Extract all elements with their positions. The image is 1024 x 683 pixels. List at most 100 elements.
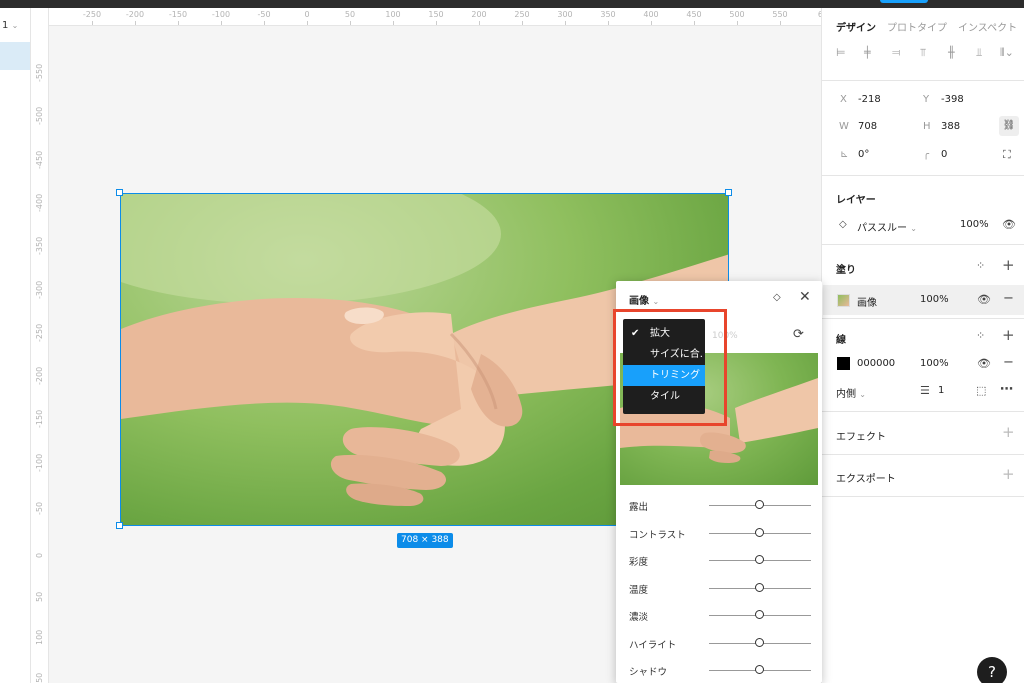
align-left-icon[interactable]: ⊨: [836, 46, 846, 59]
resize-handle-bottom-left[interactable]: [116, 522, 123, 529]
individual-strokes-icon[interactable]: ⬚: [976, 385, 986, 396]
adjustment-slider-knob[interactable]: [755, 582, 764, 592]
align-middle-v-icon[interactable]: ╫: [948, 46, 955, 59]
chevron-down-icon: ⌄: [859, 390, 866, 399]
ruler-tick: [178, 21, 179, 25]
stroke-color-swatch[interactable]: [837, 357, 850, 370]
w-field[interactable]: 708: [858, 121, 877, 132]
adjustment-slider-knob[interactable]: [755, 610, 764, 619]
x-field[interactable]: -218: [858, 94, 881, 105]
corner-radius-field[interactable]: 0: [941, 149, 947, 160]
constrain-proportions-icon[interactable]: ⛓: [999, 116, 1019, 136]
w-label: W: [839, 121, 849, 132]
divider: [822, 496, 1024, 497]
resize-handle-top-left[interactable]: [116, 189, 123, 196]
drop-icon[interactable]: ◇: [773, 293, 781, 303]
adjustment-slider-knob[interactable]: [755, 500, 764, 509]
stroke-hex-field[interactable]: 000000: [857, 358, 895, 369]
stroke-opacity-field[interactable]: 100%: [920, 358, 949, 369]
ruler-label: 300: [557, 10, 573, 19]
eye-icon[interactable]: 👁: [977, 358, 991, 369]
ruler-label: 150: [35, 672, 44, 683]
ruler-label: -50: [35, 501, 44, 515]
divider: [822, 411, 1024, 412]
remove-fill-button[interactable]: −: [1003, 292, 1014, 305]
ruler-label: -400: [35, 193, 44, 212]
divider: [822, 318, 1024, 319]
y-field[interactable]: -398: [941, 94, 964, 105]
adjustment-slider-knob[interactable]: [755, 555, 764, 564]
image-fill-swatch[interactable]: [837, 294, 850, 307]
adjustment-row: 彩度: [629, 553, 814, 569]
styles-grid-icon[interactable]: ⁘: [976, 330, 985, 341]
eye-icon[interactable]: 👁: [1002, 219, 1016, 230]
tab-design[interactable]: デザイン: [836, 19, 876, 34]
adjustment-slider-knob[interactable]: [755, 527, 764, 537]
ruler-label: -50: [257, 10, 271, 19]
fill-opacity-field[interactable]: 100%: [920, 294, 949, 305]
eye-icon[interactable]: 👁: [977, 294, 991, 305]
add-fill-button[interactable]: +: [1002, 258, 1015, 273]
ruler-tick: [436, 21, 437, 25]
stroke-position-select[interactable]: 内側 ⌄: [836, 385, 866, 400]
align-center-h-icon[interactable]: ╪: [864, 46, 871, 59]
align-top-icon[interactable]: ⫪: [920, 46, 926, 60]
alignment-toolbar: ⊨ ╪ ⫤ ⫪ ╫ ⫫ ⫴⌄: [836, 46, 1021, 66]
ruler-label: 50: [344, 10, 356, 19]
share-button[interactable]: [880, 0, 928, 3]
ruler-label: -500: [35, 107, 44, 126]
h-field[interactable]: 388: [941, 121, 960, 132]
rotate-image-icon[interactable]: ⟳: [793, 328, 804, 341]
ruler-label: -300: [35, 280, 44, 299]
divider: [822, 80, 1024, 81]
adjustment-slider-knob[interactable]: [755, 637, 764, 647]
selected-layer-row[interactable]: [0, 42, 30, 70]
close-icon[interactable]: ✕: [799, 290, 811, 304]
add-export-button[interactable]: +: [1002, 467, 1015, 482]
adjustment-label: シャドウ: [629, 667, 668, 678]
remove-stroke-button[interactable]: −: [1003, 356, 1014, 369]
blend-mode-label: パススルー: [857, 223, 907, 234]
resize-handle-top-right[interactable]: [725, 189, 732, 196]
ruler-tick: [522, 21, 523, 25]
ruler-label: -250: [35, 323, 44, 342]
help-button[interactable]: ?: [977, 657, 1007, 683]
ruler-label: 350: [600, 10, 616, 19]
divider: [822, 175, 1024, 176]
more-options-icon[interactable]: ⋯: [1000, 383, 1013, 396]
stroke-section-title: 線: [836, 335, 846, 346]
styles-grid-icon[interactable]: ⁘: [976, 260, 985, 271]
ruler-label: 200: [471, 10, 487, 19]
ruler-label: -100: [211, 10, 231, 19]
export-section-title: エクスポート: [836, 474, 896, 485]
ruler-tick: [694, 21, 695, 25]
adjustment-label: 濃淡: [629, 612, 649, 623]
tab-prototype[interactable]: プロトタイプ: [887, 19, 947, 34]
align-bottom-icon[interactable]: ⫫: [976, 46, 982, 60]
align-right-icon[interactable]: ⫤: [892, 46, 900, 60]
rotation-field[interactable]: 0°: [858, 149, 869, 160]
y-label: Y: [923, 94, 930, 105]
adjustment-row: シャドウ: [629, 663, 814, 679]
popup-title[interactable]: 画像 ⌄: [629, 292, 659, 307]
x-label: X: [840, 94, 847, 105]
ruler-label: -550: [35, 63, 44, 82]
distribute-icon[interactable]: ⫴⌄: [1000, 46, 1014, 60]
tab-inspect[interactable]: インスペクト: [958, 19, 1017, 34]
blend-drop-icon: ◇: [839, 219, 847, 230]
stroke-weight-field[interactable]: 1: [938, 385, 944, 396]
popup-title-label: 画像: [629, 296, 649, 307]
independent-corners-icon[interactable]: ⛶: [1003, 149, 1011, 160]
chevron-down-icon: ⌄: [11, 21, 19, 30]
layer-opacity-field[interactable]: 100%: [960, 219, 989, 230]
ruler-label: 550: [772, 10, 788, 19]
adjustment-slider-knob[interactable]: [755, 665, 764, 674]
add-effect-button[interactable]: +: [1002, 425, 1015, 440]
ruler-tick: [393, 21, 394, 25]
ruler-label: 400: [643, 10, 659, 19]
ruler-tick: [307, 21, 308, 25]
add-stroke-button[interactable]: +: [1002, 328, 1015, 343]
blend-mode-select[interactable]: パススルー ⌄: [857, 219, 917, 234]
page-selector[interactable]: 1 ⌄: [2, 20, 18, 31]
fill-row[interactable]: 画像 100% 👁 −: [823, 285, 1024, 315]
